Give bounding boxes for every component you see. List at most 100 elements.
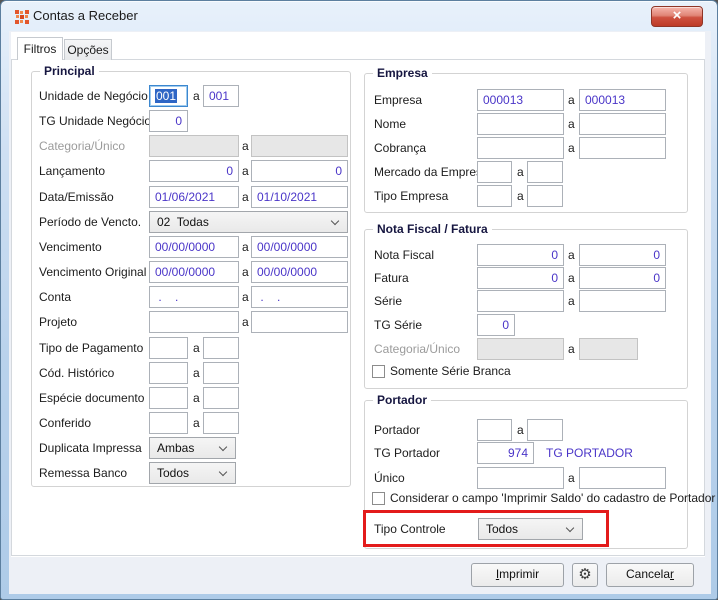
categoria-unico-to-input bbox=[251, 135, 348, 157]
group-principal-title: Principal bbox=[40, 64, 99, 78]
tipo-pagamento-label: Tipo de Pagamento bbox=[39, 337, 143, 359]
tipo-pagamento-to-input[interactable] bbox=[203, 337, 239, 359]
data-emissao-from-input[interactable]: 01/06/2021 bbox=[149, 186, 239, 208]
range-separator: a bbox=[568, 137, 575, 159]
lancamento-from-input[interactable]: 0 bbox=[149, 160, 239, 182]
tg-unidade-input[interactable]: 0 bbox=[149, 110, 188, 132]
duplicata-impressa-label: Duplicata Impressa bbox=[39, 437, 142, 459]
especie-documento-from-input[interactable] bbox=[149, 387, 188, 409]
nome-from-input[interactable] bbox=[477, 113, 564, 135]
unidade-negocio-to-input[interactable]: 001 bbox=[203, 85, 239, 107]
vencimento-from-input[interactable]: 00/00/0000 bbox=[149, 236, 239, 258]
tab-opcoes[interactable]: Opções bbox=[64, 39, 112, 60]
data-emissao-to-input[interactable]: 01/10/2021 bbox=[251, 186, 348, 208]
settings-button[interactable]: ⚙ bbox=[572, 563, 598, 587]
remessa-banco-label: Remessa Banco bbox=[39, 462, 127, 484]
range-separator: a bbox=[242, 311, 249, 333]
unico-to-input[interactable] bbox=[579, 467, 666, 489]
tipo-controle-select[interactable]: Todos bbox=[478, 518, 583, 540]
contas-a-receber-dialog: Contas a Receber × Filtros Opções Princi… bbox=[0, 0, 718, 600]
range-separator: a bbox=[568, 244, 575, 266]
chevron-down-icon bbox=[331, 217, 339, 225]
range-separator: a bbox=[242, 135, 249, 157]
imprimir-rest: mprimir bbox=[499, 567, 539, 581]
nome-label: Nome bbox=[374, 113, 406, 135]
empresa-label: Empresa bbox=[374, 89, 422, 111]
conta-from-input[interactable]: . . bbox=[149, 286, 239, 308]
tg-portador-input[interactable]: 974 bbox=[477, 442, 534, 464]
tg-portador-label: TG Portador bbox=[374, 442, 440, 464]
conferido-to-input[interactable] bbox=[203, 412, 239, 434]
fatura-to-input[interactable]: 0 bbox=[579, 267, 666, 289]
nf-categoria-unico-from-input bbox=[477, 338, 564, 360]
tab-filtros[interactable]: Filtros bbox=[17, 37, 63, 60]
somente-serie-branca-checkbox[interactable]: Somente Série Branca bbox=[372, 363, 511, 379]
tipo-pagamento-from-input[interactable] bbox=[149, 337, 188, 359]
vencimento-original-to-input[interactable]: 00/00/0000 bbox=[251, 261, 348, 283]
especie-documento-label: Espécie documento bbox=[39, 387, 144, 409]
tg-serie-input[interactable]: 0 bbox=[477, 314, 515, 336]
cobranca-from-input[interactable] bbox=[477, 137, 564, 159]
cod-historico-label: Cód. Histórico bbox=[39, 362, 114, 384]
categoria-unico-label: Categoria/Único bbox=[39, 135, 125, 157]
range-separator: a bbox=[242, 261, 249, 283]
vencimento-original-from-input[interactable]: 00/00/0000 bbox=[149, 261, 239, 283]
empresa-to-input[interactable]: 000013 bbox=[579, 89, 666, 111]
fatura-from-input[interactable]: 0 bbox=[477, 267, 564, 289]
range-separator: a bbox=[568, 89, 575, 111]
especie-documento-to-input[interactable] bbox=[203, 387, 239, 409]
nota-fiscal-to-input[interactable]: 0 bbox=[579, 244, 666, 266]
periodo-vencto-select[interactable]: 02 Todas bbox=[149, 211, 348, 233]
close-button[interactable]: × bbox=[651, 6, 703, 27]
imprimir-button[interactable]: Imprimir bbox=[471, 563, 564, 587]
projeto-label: Projeto bbox=[39, 311, 77, 333]
projeto-to-input[interactable] bbox=[251, 311, 348, 333]
cod-historico-to-input[interactable] bbox=[203, 362, 239, 384]
tg-unidade-label: TG Unidade Negócio bbox=[39, 110, 151, 132]
fatura-label: Fatura bbox=[374, 267, 409, 289]
range-separator: a bbox=[242, 286, 249, 308]
range-separator: a bbox=[517, 185, 524, 207]
range-separator: a bbox=[193, 412, 200, 434]
unidade-negocio-label: Unidade de Negócio bbox=[39, 85, 148, 107]
duplicata-impressa-select[interactable]: Ambas bbox=[149, 437, 236, 459]
chevron-down-icon bbox=[566, 524, 574, 532]
nf-categoria-unico-to-input bbox=[579, 338, 638, 360]
selected-text: 001 bbox=[155, 89, 177, 103]
portador-to-input[interactable] bbox=[527, 419, 563, 441]
unico-label: Único bbox=[374, 467, 405, 489]
range-separator: a bbox=[517, 161, 524, 183]
portador-from-input[interactable] bbox=[477, 419, 512, 441]
nota-fiscal-label: Nota Fiscal bbox=[374, 244, 434, 266]
unidade-negocio-from-input[interactable]: 001 bbox=[149, 85, 188, 107]
unico-from-input[interactable] bbox=[477, 467, 564, 489]
conferido-from-input[interactable] bbox=[149, 412, 188, 434]
selected-option: 02 Todas bbox=[157, 215, 209, 229]
cobranca-to-input[interactable] bbox=[579, 137, 666, 159]
tipo-empresa-to-input[interactable] bbox=[527, 185, 563, 207]
serie-from-input[interactable] bbox=[477, 290, 564, 312]
remessa-banco-select[interactable]: Todos bbox=[149, 462, 236, 484]
cancelar-rest: Cancela bbox=[626, 567, 670, 581]
tipo-empresa-from-input[interactable] bbox=[477, 185, 512, 207]
considerar-imprimir-saldo-checkbox[interactable]: Considerar o campo 'Imprimir Saldo' do c… bbox=[372, 490, 715, 506]
checkbox-box bbox=[372, 365, 385, 378]
vencimento-to-input[interactable]: 00/00/0000 bbox=[251, 236, 348, 258]
mercado-empresa-from-input[interactable] bbox=[477, 161, 512, 183]
range-separator: a bbox=[517, 419, 524, 441]
tipo-empresa-label: Tipo Empresa bbox=[374, 185, 448, 207]
range-separator: a bbox=[242, 160, 249, 182]
cancelar-button[interactable]: Cancelar bbox=[606, 563, 694, 587]
mercado-empresa-to-input[interactable] bbox=[527, 161, 563, 183]
range-separator: a bbox=[193, 387, 200, 409]
conferido-label: Conferido bbox=[39, 412, 91, 434]
projeto-from-input[interactable] bbox=[149, 311, 239, 333]
tipo-controle-label: Tipo Controle bbox=[374, 518, 446, 540]
cod-historico-from-input[interactable] bbox=[149, 362, 188, 384]
empresa-from-input[interactable]: 000013 bbox=[477, 89, 564, 111]
conta-to-input[interactable]: . . bbox=[251, 286, 348, 308]
serie-to-input[interactable] bbox=[579, 290, 666, 312]
lancamento-to-input[interactable]: 0 bbox=[251, 160, 348, 182]
nome-to-input[interactable] bbox=[579, 113, 666, 135]
nota-fiscal-from-input[interactable]: 0 bbox=[477, 244, 564, 266]
